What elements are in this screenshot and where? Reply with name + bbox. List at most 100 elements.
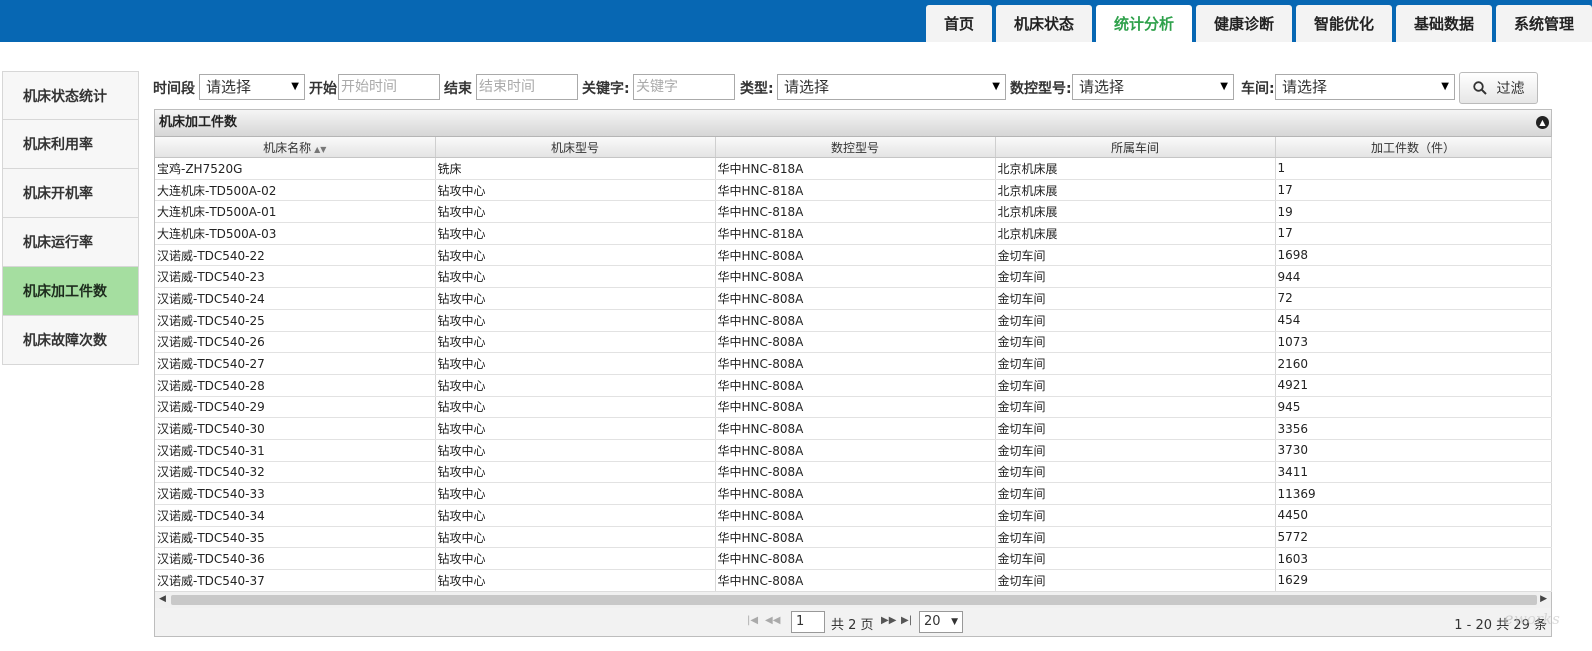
- table-row[interactable]: 大连机床-TD500A-01 钻攻中心 华中HNC-818A 北京机床展 19: [155, 200, 1552, 224]
- type-select[interactable]: 请选择 ▼: [777, 74, 1006, 100]
- page-size-select[interactable]: 20 ▼: [919, 611, 963, 633]
- cell-workpiece-count: 17: [1275, 222, 1552, 245]
- column-header-workshop[interactable]: 所属车间: [995, 137, 1276, 158]
- cell-workshop: 金切车间: [995, 396, 1276, 419]
- cell-workshop: 金切车间: [995, 461, 1276, 484]
- table-row[interactable]: 宝鸡-ZH7520G 铣床 华中HNC-818A 北京机床展 1: [155, 157, 1552, 180]
- first-page-icon[interactable]: |◀: [747, 615, 758, 626]
- nav-tab-statistics[interactable]: 统计分析: [1096, 5, 1192, 42]
- cell-cnc-model: 华中HNC-808A: [715, 569, 996, 592]
- period-select-value: 请选择: [206, 78, 252, 96]
- sort-icon[interactable]: ▲▼: [314, 145, 326, 154]
- cell-workpiece-count: 3730: [1275, 439, 1552, 462]
- cell-workshop: 金切车间: [995, 265, 1276, 289]
- column-header-machine-name[interactable]: 机床名称 ▲▼: [155, 137, 436, 158]
- cell-machine-model: 钻攻中心: [435, 482, 716, 505]
- data-table: 机床名称 ▲▼ 机床型号 数控型号 所属车间 加工件数（件） 宝鸡-ZH7520G…: [155, 137, 1552, 592]
- nav-tab-health-diagnosis[interactable]: 健康诊断: [1196, 5, 1292, 42]
- column-header-cnc-model[interactable]: 数控型号: [715, 137, 996, 158]
- scroll-left-icon[interactable]: ◀: [159, 594, 166, 604]
- page-size-value: 20: [924, 614, 941, 629]
- cell-cnc-model: 华中HNC-818A: [715, 157, 996, 180]
- table-row[interactable]: 汉诺威-TDC540-23 钻攻中心 华中HNC-808A 金切车间 944: [155, 265, 1552, 289]
- workshop-select[interactable]: 请选择 ▼: [1275, 74, 1455, 100]
- cell-machine-name: 汉诺威-TDC540-22: [155, 244, 436, 267]
- cell-workshop: 北京机床展: [995, 179, 1276, 202]
- filter-button[interactable]: 过滤: [1459, 72, 1538, 104]
- sidebar-item-utilization[interactable]: 机床利用率: [2, 120, 139, 169]
- last-page-icon[interactable]: ▶|: [901, 615, 912, 626]
- cell-workpiece-count: 11369: [1275, 482, 1552, 505]
- start-time-input[interactable]: [338, 74, 440, 100]
- cell-workshop: 金切车间: [995, 569, 1276, 592]
- scroll-right-icon[interactable]: ▶: [1540, 594, 1547, 604]
- table-row[interactable]: 汉诺威-TDC540-25 钻攻中心 华中HNC-808A 金切车间 454: [155, 309, 1552, 332]
- cell-cnc-model: 华中HNC-808A: [715, 439, 996, 462]
- table-row[interactable]: 汉诺威-TDC540-30 钻攻中心 华中HNC-808A 金切车间 3356: [155, 417, 1552, 440]
- table-row[interactable]: 汉诺威-TDC540-26 钻攻中心 华中HNC-808A 金切车间 1073: [155, 331, 1552, 354]
- start-label: 开始: [309, 81, 337, 97]
- cell-cnc-model: 华中HNC-808A: [715, 547, 996, 571]
- table-body: 宝鸡-ZH7520G 铣床 华中HNC-818A 北京机床展 1 大连机床-TD500A-…: [155, 157, 1552, 592]
- table-row[interactable]: 汉诺威-TDC540-24 钻攻中心 华中HNC-808A 金切车间 72: [155, 287, 1552, 310]
- scrollbar-thumb[interactable]: [171, 595, 1537, 605]
- period-select[interactable]: 请选择 ▼: [199, 74, 305, 100]
- cell-workshop: 金切车间: [995, 439, 1276, 462]
- cell-machine-model: 钻攻中心: [435, 179, 716, 202]
- cell-machine-model: 钻攻中心: [435, 287, 716, 310]
- table-row[interactable]: 大连机床-TD500A-03 钻攻中心 华中HNC-818A 北京机床展 17: [155, 222, 1552, 245]
- sidebar: 机床状态统计 机床利用率 机床开机率 机床运行率 机床加工件数 机床故障次数: [2, 71, 139, 365]
- sidebar-item-run-rate[interactable]: 机床运行率: [2, 218, 139, 267]
- filter-button-label: 过滤: [1496, 81, 1525, 97]
- next-page-icon[interactable]: ▶▶: [881, 615, 896, 626]
- end-time-input[interactable]: [476, 74, 578, 100]
- table-row[interactable]: 汉诺威-TDC540-22 钻攻中心 华中HNC-808A 金切车间 1698: [155, 244, 1552, 267]
- keyword-input[interactable]: [633, 74, 735, 100]
- table-row[interactable]: 汉诺威-TDC540-37 钻攻中心 华中HNC-808A 金切车间 1629: [155, 569, 1552, 592]
- cell-workpiece-count: 1603: [1275, 547, 1552, 571]
- column-header-workpiece-count[interactable]: 加工件数（件）: [1275, 137, 1552, 158]
- nav-tab-home[interactable]: 首页: [926, 5, 992, 42]
- nav-tab-base-data[interactable]: 基础数据: [1396, 5, 1492, 42]
- filter-bar: 时间段 请选择 ▼ 开始 结束 关键字: 类型: 请选择 ▼ 数控型号: 请选择…: [153, 72, 1585, 104]
- table-row[interactable]: 汉诺威-TDC540-28 钻攻中心 华中HNC-808A 金切车间 4921: [155, 374, 1552, 397]
- horizontal-scrollbar[interactable]: ◀ ▶: [155, 591, 1551, 608]
- grid-title: 机床加工件数: [159, 115, 238, 130]
- collapse-icon[interactable]: ▲: [1536, 116, 1549, 129]
- data-grid-panel: 机床加工件数 ▲ 机床名称 ▲▼ 机床型号 数控型号 所属车间 加工件数（件） 宝…: [154, 109, 1552, 637]
- cell-machine-model: 钻攻中心: [435, 439, 716, 462]
- nav-tab-smart-optimization[interactable]: 智能优化: [1296, 5, 1392, 42]
- table-row[interactable]: 汉诺威-TDC540-31 钻攻中心 华中HNC-808A 金切车间 3730: [155, 439, 1552, 462]
- table-row[interactable]: 汉诺威-TDC540-36 钻攻中心 华中HNC-808A 金切车间 1603: [155, 547, 1552, 571]
- cell-cnc-model: 华中HNC-808A: [715, 352, 996, 375]
- cell-cnc-model: 华中HNC-808A: [715, 309, 996, 332]
- cell-machine-name: 汉诺威-TDC540-29: [155, 396, 436, 419]
- cnc-model-select[interactable]: 请选择 ▼: [1072, 74, 1234, 100]
- prev-page-icon[interactable]: ◀◀: [765, 615, 780, 626]
- table-row[interactable]: 汉诺威-TDC540-33 钻攻中心 华中HNC-808A 金切车间 11369: [155, 482, 1552, 505]
- sidebar-item-power-on-rate[interactable]: 机床开机率: [2, 169, 139, 218]
- table-row[interactable]: 汉诺威-TDC540-32 钻攻中心 华中HNC-808A 金切车间 3411: [155, 461, 1552, 484]
- cell-workpiece-count: 1073: [1275, 331, 1552, 354]
- caret-down-icon: ▼: [1441, 81, 1449, 92]
- cell-workpiece-count: 5772: [1275, 526, 1552, 549]
- caret-down-icon: ▼: [1220, 81, 1228, 92]
- cell-machine-model: 钻攻中心: [435, 569, 716, 592]
- column-header-machine-model[interactable]: 机床型号: [435, 137, 716, 158]
- nav-tab-system-management[interactable]: 系统管理: [1496, 5, 1592, 42]
- cell-machine-name: 汉诺威-TDC540-36: [155, 547, 436, 571]
- cell-cnc-model: 华中HNC-808A: [715, 265, 996, 289]
- sidebar-item-fault-count[interactable]: 机床故障次数: [2, 316, 139, 365]
- table-row[interactable]: 汉诺威-TDC540-29 钻攻中心 华中HNC-808A 金切车间 945: [155, 396, 1552, 419]
- sidebar-item-workpiece-count[interactable]: 机床加工件数: [2, 267, 139, 316]
- table-row[interactable]: 汉诺威-TDC540-35 钻攻中心 华中HNC-808A 金切车间 5772: [155, 526, 1552, 549]
- sidebar-item-status-stats[interactable]: 机床状态统计: [2, 71, 139, 120]
- nav-tab-machine-status[interactable]: 机床状态: [996, 5, 1092, 42]
- table-row[interactable]: 大连机床-TD500A-02 钻攻中心 华中HNC-818A 北京机床展 17: [155, 179, 1552, 202]
- cell-machine-name: 汉诺威-TDC540-33: [155, 482, 436, 505]
- page-total-text: 共 2 页: [831, 618, 874, 633]
- page-number-input[interactable]: 1: [791, 611, 825, 633]
- table-row[interactable]: 汉诺威-TDC540-27 钻攻中心 华中HNC-808A 金切车间 2160: [155, 352, 1552, 375]
- table-row[interactable]: 汉诺威-TDC540-34 钻攻中心 华中HNC-808A 金切车间 4450: [155, 504, 1552, 527]
- cell-machine-model: 钻攻中心: [435, 352, 716, 375]
